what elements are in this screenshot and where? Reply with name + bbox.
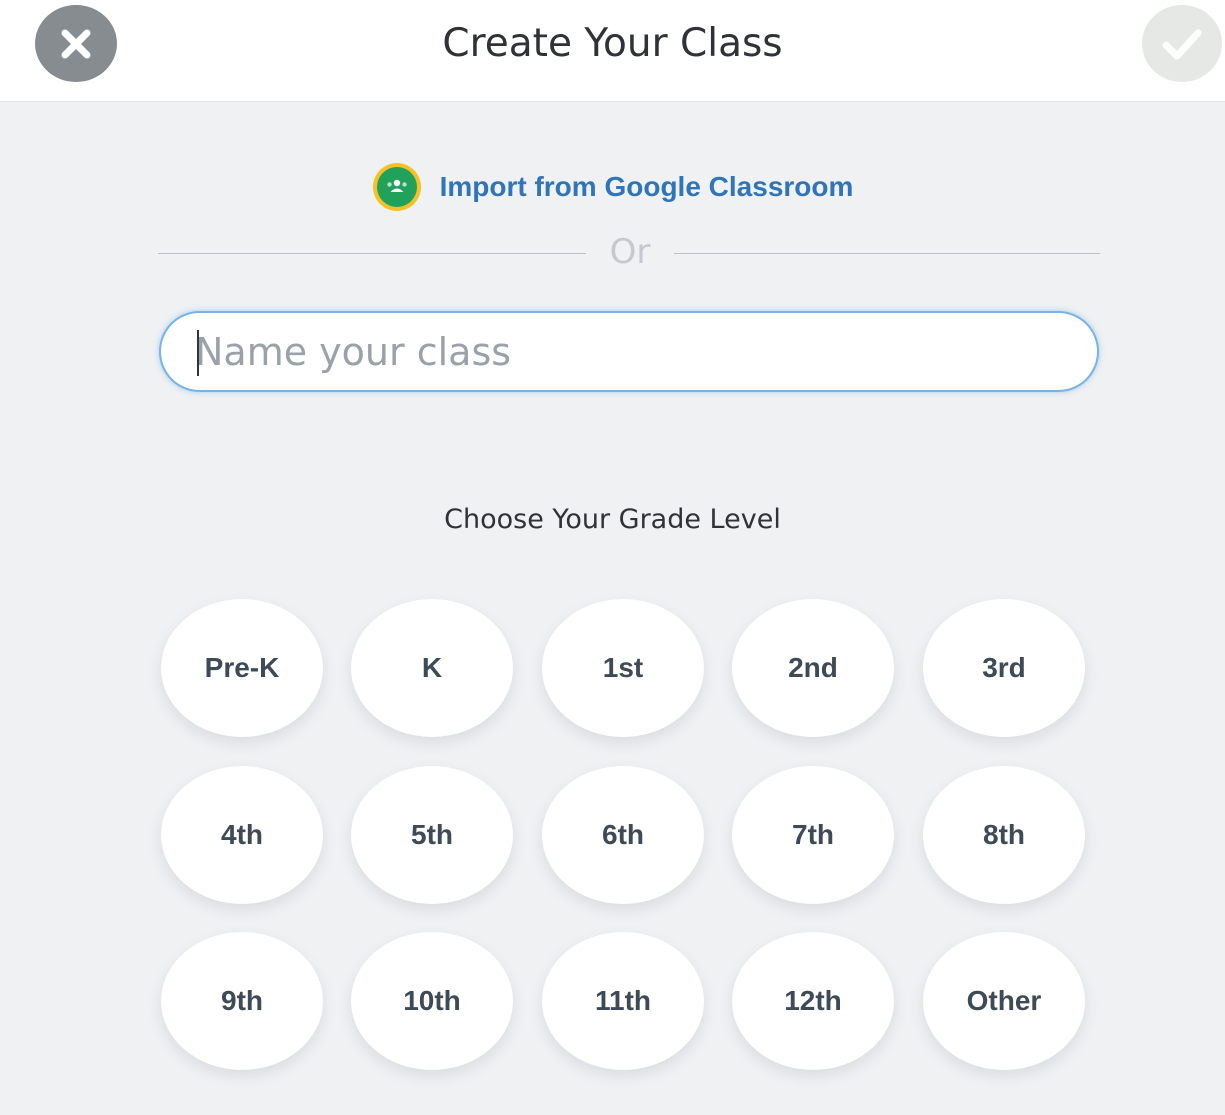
close-icon: [61, 29, 91, 58]
grade-option-12th[interactable]: 12th: [732, 932, 894, 1070]
divider-label: Or: [609, 232, 651, 272]
google-classroom-icon: [372, 163, 421, 211]
checkmark-icon: [1162, 29, 1202, 59]
text-caret: [197, 330, 199, 376]
import-label: Import from Google Classroom: [439, 171, 854, 202]
divider-line-right: [674, 253, 1100, 254]
grade-option-11th[interactable]: 11th: [542, 932, 704, 1070]
grade-option-10th[interactable]: 10th: [351, 932, 513, 1070]
grade-option-7th[interactable]: 7th: [732, 766, 894, 904]
header-bar: Create Your Class: [0, 0, 1225, 102]
grade-option-8th[interactable]: 8th: [923, 766, 1085, 904]
grade-option-1st[interactable]: 1st: [542, 599, 704, 737]
confirm-button[interactable]: [1142, 5, 1222, 82]
grade-option-4th[interactable]: 4th: [161, 766, 323, 904]
page-title: Create Your Class: [442, 21, 783, 66]
grade-option-other[interactable]: Other: [923, 932, 1085, 1070]
grade-level-heading: Choose Your Grade Level: [444, 504, 781, 535]
or-divider: Or: [158, 226, 1100, 278]
grade-option-6th[interactable]: 6th: [542, 766, 704, 904]
grade-option-3rd[interactable]: 3rd: [923, 599, 1085, 737]
divider-line-left: [158, 253, 586, 254]
grade-option-2nd[interactable]: 2nd: [732, 599, 894, 737]
grade-option-9th[interactable]: 9th: [161, 932, 323, 1070]
class-name-field: [159, 311, 1099, 392]
close-button[interactable]: [35, 5, 117, 82]
grade-option-5th[interactable]: 5th: [351, 766, 513, 904]
class-name-input[interactable]: [195, 313, 1075, 390]
grade-option-k[interactable]: K: [351, 599, 513, 737]
grade-option-pre-k[interactable]: Pre-K: [161, 599, 323, 737]
import-google-classroom-link[interactable]: Import from Google Classroom: [0, 162, 1225, 212]
